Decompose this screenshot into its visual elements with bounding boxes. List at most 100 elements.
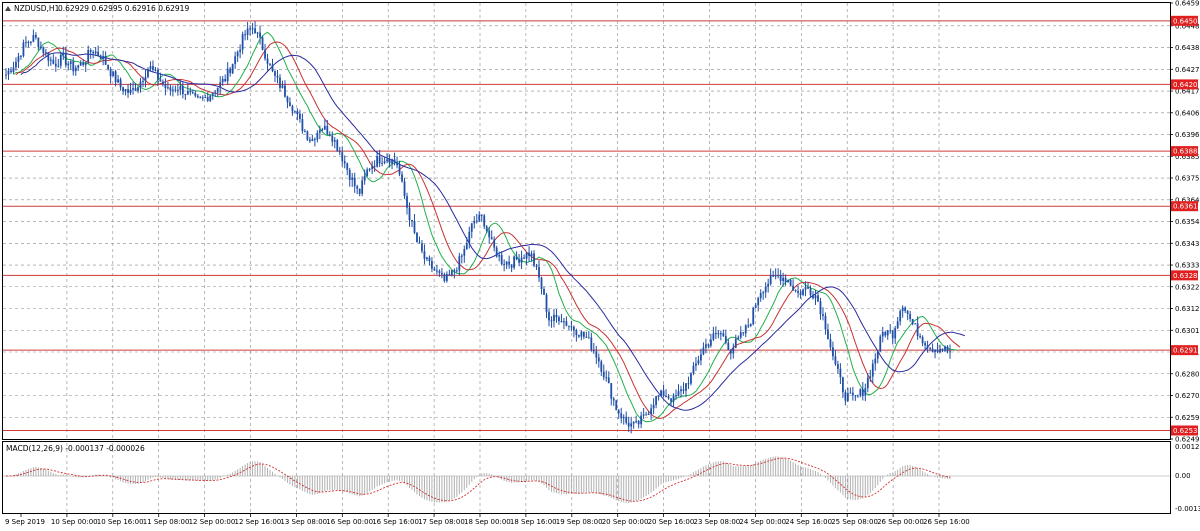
time-axis-label: 16 Sep 00:00 <box>326 518 373 526</box>
candle-body <box>590 337 593 351</box>
candle-body <box>592 350 595 352</box>
candle-body <box>463 249 466 256</box>
candle-body <box>139 81 142 88</box>
candle-body <box>864 388 867 396</box>
candle-body <box>67 63 70 65</box>
candle-body <box>371 165 374 169</box>
time-axis-label: 16 Sep 16:00 <box>372 518 419 526</box>
candle-body <box>849 392 852 394</box>
candle-body <box>503 264 506 266</box>
candle-body <box>515 256 518 260</box>
candle-body <box>286 96 289 103</box>
candle-body <box>460 255 463 257</box>
candle-body <box>530 253 533 256</box>
candle-body <box>331 135 334 142</box>
candle-body <box>757 298 760 306</box>
candle-body <box>17 56 20 62</box>
candle-body <box>632 421 635 424</box>
candle-body <box>57 65 60 67</box>
candle-body <box>839 368 842 378</box>
level-tag-value: 0.63614 <box>1173 203 1200 211</box>
candle-body <box>5 74 7 76</box>
candle-body <box>406 196 408 208</box>
candle-body <box>822 314 824 316</box>
level-tag-value: 0.62919 <box>1173 347 1200 355</box>
candle-body <box>548 311 550 321</box>
candle-body <box>677 391 680 396</box>
candle-body <box>871 363 874 377</box>
time-axis-label: 26 Sep 16:00 <box>923 518 970 526</box>
candle-body <box>722 333 725 337</box>
chart-canvas[interactable]: 0.645950.644850.643800.642750.641700.640… <box>0 0 1200 531</box>
candle-body <box>164 84 167 89</box>
candle-body <box>196 95 199 98</box>
candle-body <box>25 41 27 43</box>
candle-body <box>919 336 922 338</box>
time-axis: 9 Sep 2019 10 Sep 00:00 10 Sep 16:00 11 Sep… <box>5 513 970 526</box>
candle-body <box>166 87 169 89</box>
candle-body <box>186 90 189 95</box>
chart-window[interactable]: 0.645950.644850.643800.642750.641700.640… <box>0 0 1200 531</box>
candle-body <box>665 395 667 397</box>
candle-body <box>749 324 752 326</box>
price-axis-label: 0.63960 <box>1175 131 1200 139</box>
candle-body <box>779 275 782 281</box>
candle-body <box>774 275 777 277</box>
candle-body <box>162 81 164 85</box>
candle-body <box>401 174 403 182</box>
candle-body <box>216 87 219 93</box>
time-axis-label: 20 Sep 16:00 <box>648 518 695 526</box>
candle-body <box>528 252 530 256</box>
candle-body <box>837 364 839 369</box>
candle-body <box>553 314 555 321</box>
candle-body <box>570 326 573 328</box>
candle-body <box>134 88 137 91</box>
candle-body <box>759 293 762 299</box>
candle-body <box>403 181 406 197</box>
candle-body <box>685 383 687 391</box>
candle-body <box>281 85 284 88</box>
candle-body <box>939 348 941 352</box>
candle-body <box>896 321 899 329</box>
candle-body <box>856 395 859 397</box>
candle-body <box>707 344 710 346</box>
candle-body <box>844 392 847 401</box>
candle-body <box>500 254 503 265</box>
price-axis: 0.645950.644850.643800.642750.641700.640… <box>1170 0 1200 444</box>
candle-body <box>231 64 234 74</box>
candle-body <box>617 410 620 414</box>
candle-body <box>597 357 600 362</box>
candle-body <box>642 414 645 416</box>
candle-body <box>625 416 628 423</box>
candle-body <box>356 186 359 189</box>
candle-body <box>929 347 931 349</box>
candle-body <box>445 274 448 281</box>
candle-body <box>368 168 371 170</box>
candle-body <box>916 323 919 337</box>
candle-body <box>904 307 907 311</box>
candle-body <box>610 383 613 399</box>
candle-body <box>911 318 914 324</box>
candle-body <box>171 89 174 91</box>
candle-body <box>299 113 301 120</box>
candle-body <box>74 67 77 72</box>
candle-body <box>398 165 401 175</box>
candle-body <box>729 350 732 354</box>
candle-body <box>615 400 618 411</box>
macd-label: MACD(12,26,9) -0.000137 -0.000026 <box>6 444 145 453</box>
candle-body <box>804 287 807 290</box>
candle-body <box>318 130 321 133</box>
candle-body <box>343 161 346 164</box>
candle-body <box>239 49 242 52</box>
candle-body <box>518 259 520 263</box>
candle-body <box>276 75 279 78</box>
candle-body <box>259 32 261 38</box>
candle-body <box>662 390 665 396</box>
candle-body <box>102 56 105 59</box>
candle-body <box>144 77 147 81</box>
candle-body <box>99 55 102 59</box>
candle-body <box>802 289 804 295</box>
candle-body <box>92 51 95 54</box>
candle-body <box>732 347 735 354</box>
candle-body <box>747 325 750 327</box>
